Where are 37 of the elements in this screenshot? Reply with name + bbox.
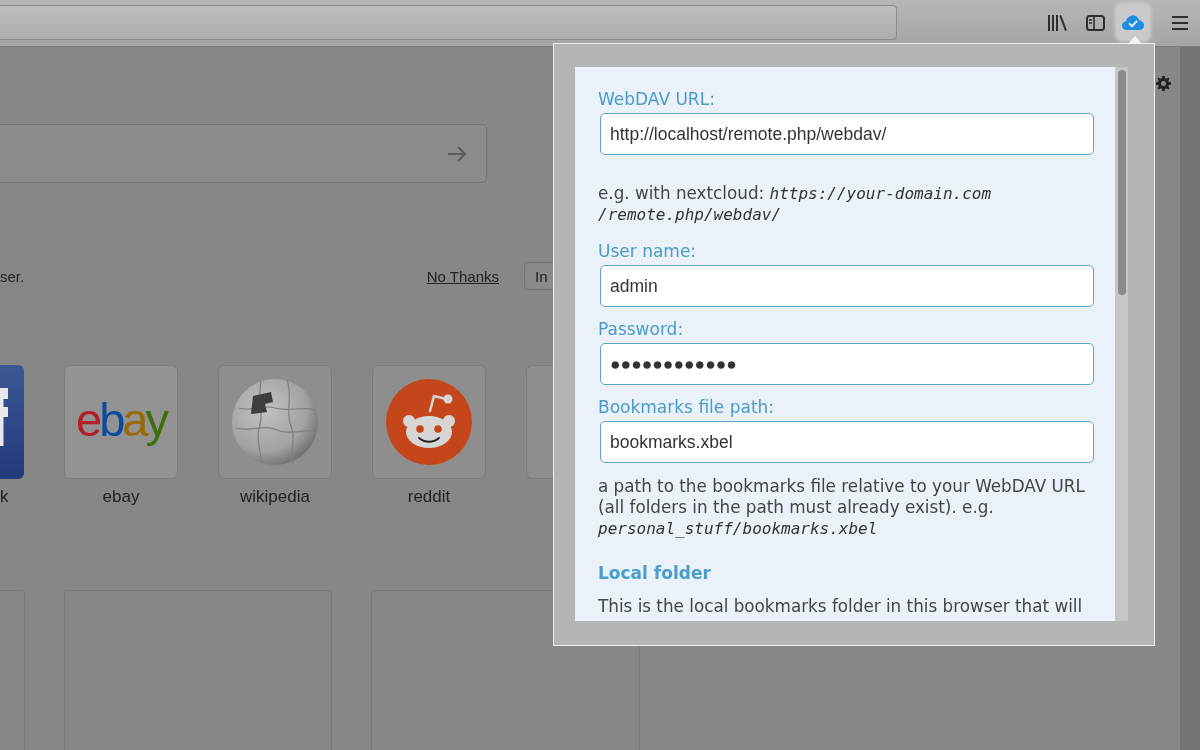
logo-icon bbox=[0, 388, 8, 446]
globe-icon bbox=[231, 378, 319, 466]
help-text: e.g. with nextcloud: https://your-domain.com /remote.php/webdav/ bbox=[598, 183, 993, 225]
site-tile[interactable] bbox=[218, 365, 332, 479]
dismiss-link[interactable]: No Thanks bbox=[426, 267, 499, 285]
site-label: ebay bbox=[102, 487, 140, 507]
toolbar-button[interactable] bbox=[1117, 5, 1149, 40]
menu-icon bbox=[1172, 15, 1188, 30]
site-tile[interactable] bbox=[0, 365, 24, 479]
arrow-right-icon[interactable] bbox=[447, 145, 467, 162]
section-heading: Local folder bbox=[598, 563, 711, 583]
sidebar-icon bbox=[1085, 14, 1105, 31]
input-field[interactable]: ●●●●●●●●●●●● bbox=[600, 343, 1094, 385]
site-label: reddit bbox=[407, 487, 451, 507]
help-text: a path to the bookmarks file relative to your WebDAV URL (all folders in the path must already exist). e.g. personal_stuff/bookmarks.xbel bbox=[598, 476, 1086, 539]
section-text: This is the local bookmarks folder in this browser that will bbox=[598, 596, 1083, 616]
site-label: wikipedia bbox=[240, 487, 310, 507]
input-field[interactable]: admin bbox=[600, 265, 1094, 307]
site-tile[interactable] bbox=[526, 365, 553, 479]
search-field[interactable] bbox=[0, 124, 487, 183]
field-label: User name: bbox=[598, 241, 697, 261]
action-button[interactable]: In bbox=[524, 262, 553, 290]
field-label: Password: bbox=[598, 319, 684, 339]
scrollbar-thumb[interactable] bbox=[1118, 70, 1126, 295]
cloud-check-icon bbox=[1122, 15, 1144, 30]
alien-face-icon bbox=[386, 379, 472, 465]
library-icon bbox=[1047, 14, 1067, 31]
scrollbar-track[interactable] bbox=[1115, 67, 1128, 621]
input-field[interactable]: bookmarks.xbel bbox=[600, 421, 1094, 463]
input-field[interactable]: http://localhost/remote.php/webdav/ bbox=[600, 113, 1094, 155]
snippet-text: ser. bbox=[0, 267, 25, 285]
field-label: Bookmarks file path: bbox=[598, 397, 775, 417]
address-field[interactable] bbox=[0, 5, 897, 40]
site-label: k bbox=[0, 487, 9, 507]
gear-icon[interactable] bbox=[1156, 76, 1171, 91]
site-tile[interactable] bbox=[372, 365, 486, 479]
field-label: WebDAV URL: bbox=[598, 89, 715, 109]
